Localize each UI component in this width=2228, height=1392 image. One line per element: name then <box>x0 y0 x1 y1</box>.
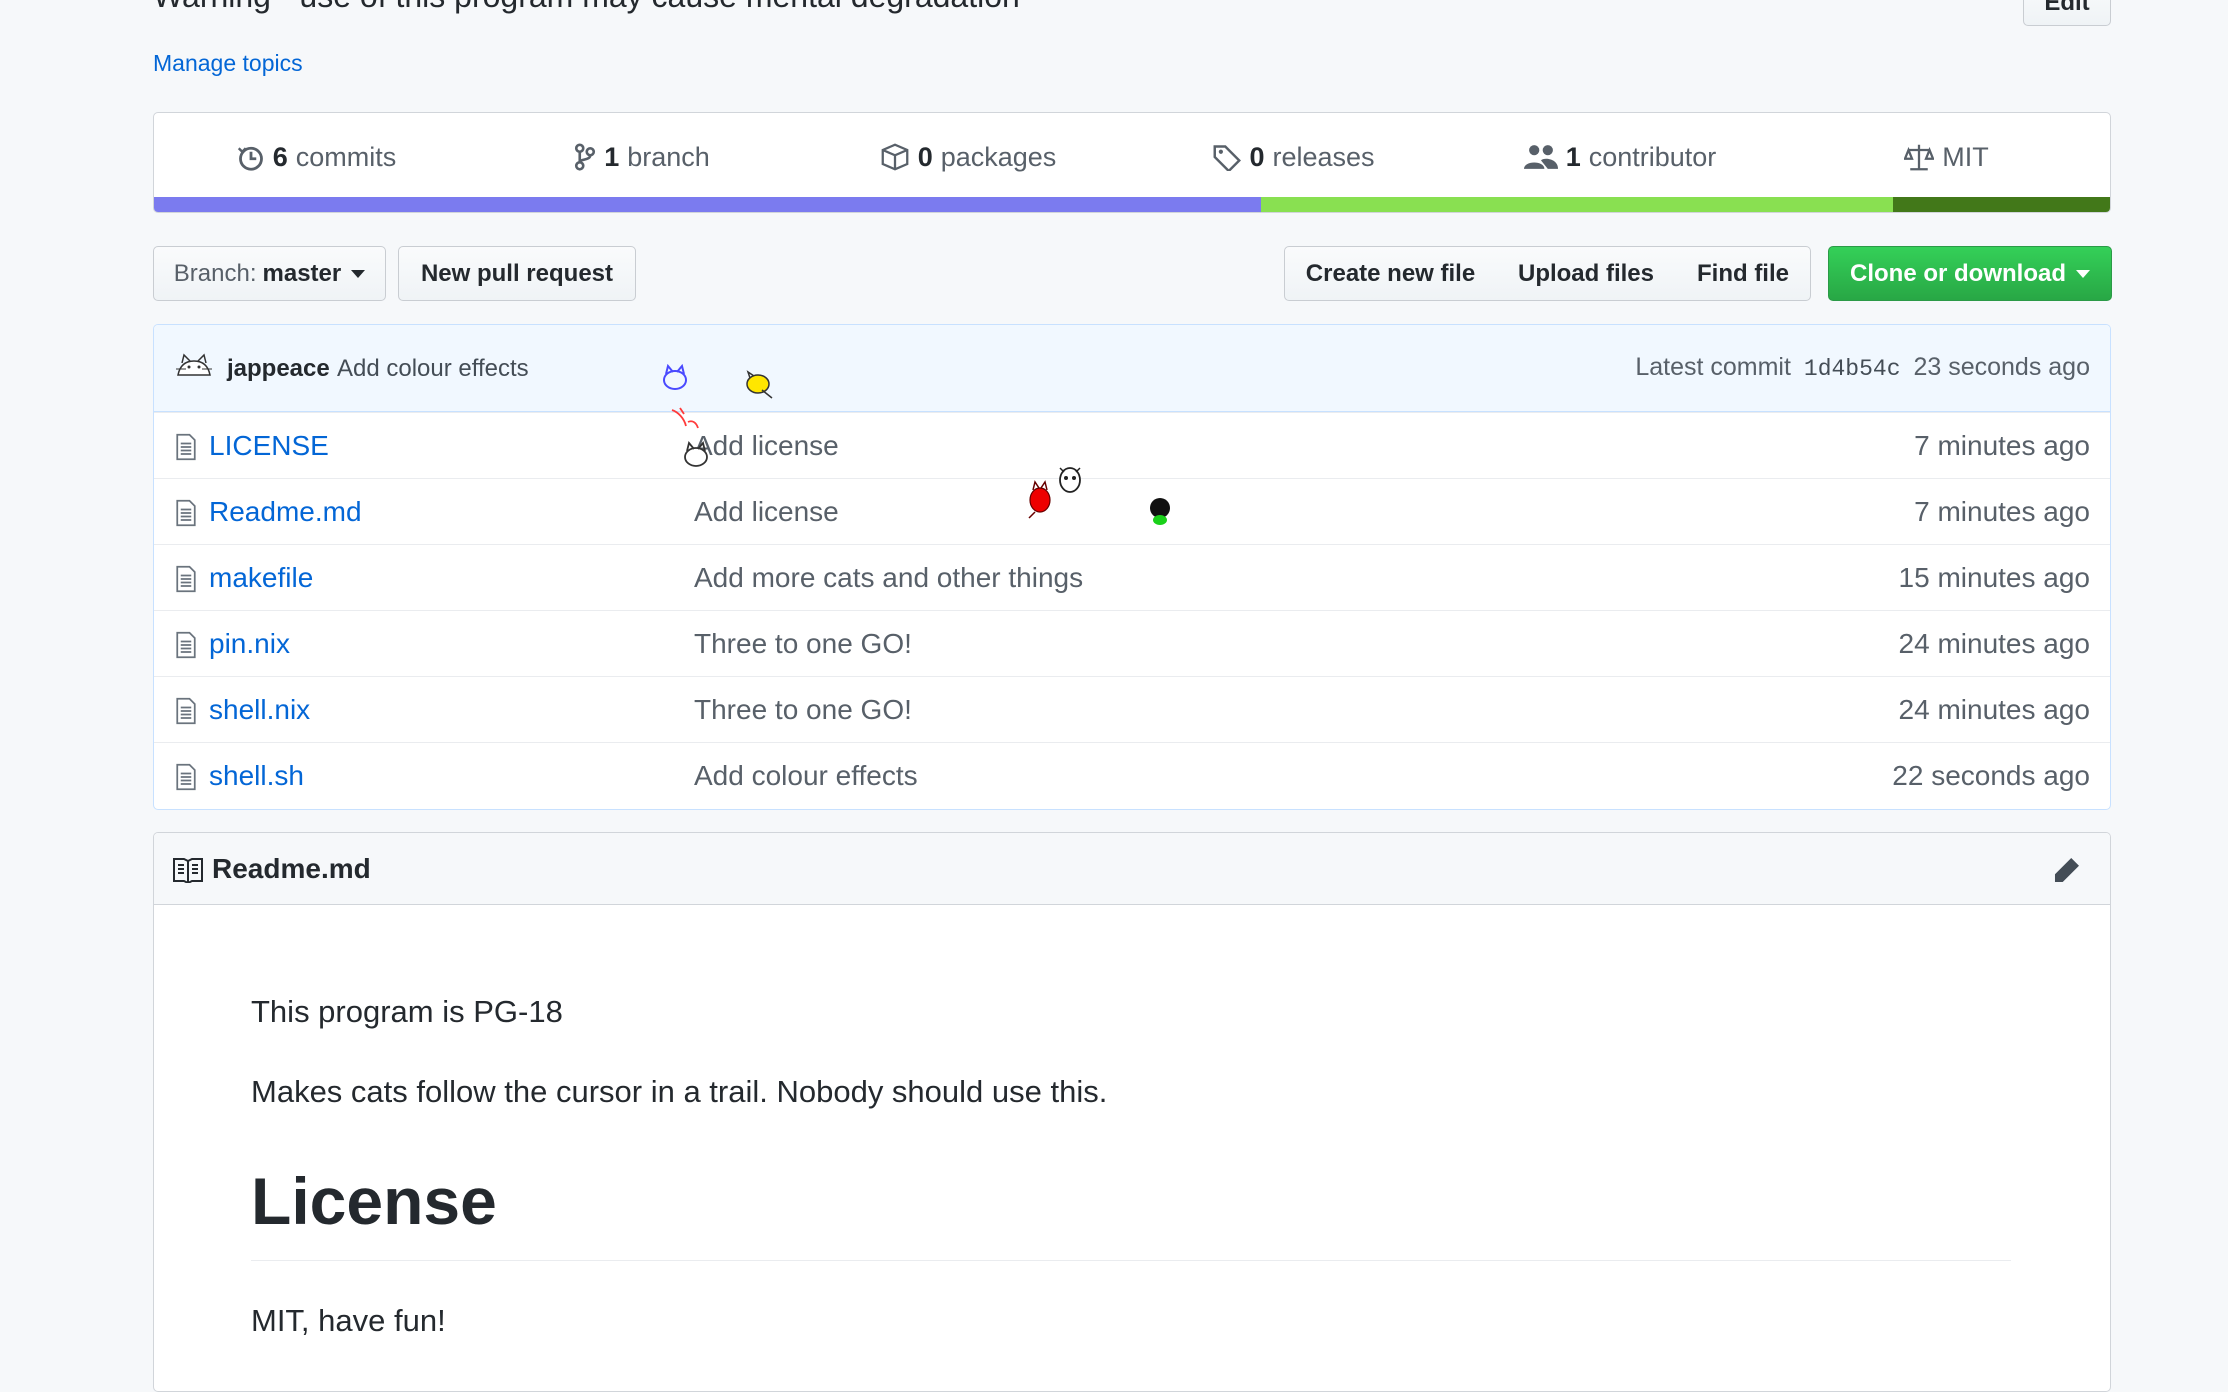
file-commit-message-link[interactable]: Add more cats and other things <box>694 562 1083 594</box>
file-icon <box>176 763 196 791</box>
contributors-label: contributor <box>1588 141 1717 172</box>
file-commit-message-link[interactable]: Add colour effects <box>694 760 918 792</box>
file-icon <box>176 697 196 725</box>
book-icon <box>173 858 203 883</box>
branches-label: branch <box>627 141 710 172</box>
cat-trail-icon <box>1150 498 1170 525</box>
language-segment[interactable] <box>154 197 1262 212</box>
file-age: 24 minutes ago <box>1898 628 2090 659</box>
readme-panel: Readme.md This program is PG-18 Makes ca… <box>153 832 2111 1392</box>
releases-link[interactable]: 0 releases <box>1131 113 1457 201</box>
table-row: makefile Add more cats and other things … <box>154 544 2110 610</box>
table-row: pin.nix Three to one GO! 24 minutes ago <box>154 610 2110 676</box>
file-commit-message-link[interactable]: Add license <box>694 496 839 528</box>
history-icon <box>237 146 263 171</box>
commit-message-link[interactable]: Add colour effects <box>337 355 529 383</box>
git-branch-icon <box>575 143 596 171</box>
language-bar[interactable] <box>154 197 2110 212</box>
commits-count: 6 <box>272 141 288 172</box>
file-age: 15 minutes ago <box>1898 562 2090 593</box>
file-icon <box>176 433 196 461</box>
manage-topics-link[interactable]: Manage topics <box>153 50 303 77</box>
new-pull-request-button[interactable]: New pull request <box>398 246 636 301</box>
avatar[interactable] <box>174 345 214 385</box>
latest-commit-label: Latest commit <box>1635 353 1791 381</box>
commit-age: 23 seconds ago <box>1913 353 2090 381</box>
language-segment[interactable] <box>1261 197 1893 212</box>
latest-commit-bar: jappeace Add colour effects Latest commi… <box>154 325 2110 412</box>
contributors-link[interactable]: 1 contributor <box>1457 113 1783 201</box>
create-new-file-button[interactable]: Create new file <box>1284 246 1497 301</box>
upload-files-button[interactable]: Upload files <box>1496 246 1677 301</box>
find-file-button[interactable]: Find file <box>1676 246 1811 301</box>
file-icon <box>176 499 196 527</box>
packages-label: packages <box>940 141 1057 172</box>
tag-icon <box>1213 145 1242 171</box>
branch-prefix: Branch: <box>173 259 257 287</box>
branches-count: 1 <box>604 141 620 172</box>
pencil-icon[interactable] <box>2052 857 2080 885</box>
license-link[interactable]: MIT <box>1783 113 2110 201</box>
table-row: shell.sh Add colour effects 22 seconds a… <box>154 742 2110 808</box>
file-age: 7 minutes ago <box>1914 496 2090 527</box>
branch-select-button[interactable]: Branch: master <box>153 246 386 301</box>
file-icon <box>176 631 196 659</box>
file-name-link[interactable]: Readme.md <box>209 496 362 528</box>
table-row: shell.nix Three to one GO! 24 minutes ag… <box>154 676 2110 742</box>
file-name-link[interactable]: shell.sh <box>209 760 304 792</box>
branches-link[interactable]: 1 branch <box>479 113 805 201</box>
contributors-count: 1 <box>1565 141 1581 172</box>
cat-trail-icon <box>671 407 699 429</box>
cat-trail-icon <box>684 441 708 467</box>
releases-count: 0 <box>1249 141 1265 172</box>
commits-link[interactable]: 6 commits <box>154 113 479 201</box>
people-icon <box>1523 145 1558 169</box>
file-age: 7 minutes ago <box>1914 430 2090 461</box>
releases-label: releases <box>1272 141 1375 172</box>
readme-title: Readme.md <box>212 853 371 884</box>
repo-summary: 6 commits 1 branch 0 packages 0 releases 1 co… <box>153 112 2111 213</box>
readme-paragraph: Makes cats follow the cursor in a trail.… <box>251 1074 1108 1109</box>
file-age: 22 seconds ago <box>1892 760 2090 791</box>
readme-paragraph: MIT, have fun! <box>251 1303 446 1338</box>
language-segment[interactable] <box>1892 197 2110 212</box>
file-commit-message-link[interactable]: Add license <box>694 430 839 462</box>
license-label: MIT <box>1942 141 1989 172</box>
cat-trail-icon <box>746 370 773 399</box>
commit-sha-link[interactable]: 1d4b54c <box>1804 356 1901 382</box>
file-icon <box>176 565 196 593</box>
file-commit-message-link[interactable]: Three to one GO! <box>694 694 912 726</box>
commits-label: commits <box>295 141 397 172</box>
table-row: LICENSE Add license 7 minutes ago <box>154 412 2110 478</box>
repo-description: Warning - use of this program may cause … <box>153 0 1020 15</box>
commit-meta: Latest commit 1d4b54c 23 seconds ago <box>1635 353 2090 382</box>
law-icon <box>1904 144 1935 171</box>
clone-label: Clone or download <box>1850 259 2066 287</box>
packages-count: 0 <box>917 141 933 172</box>
readme-paragraph: This program is PG-18 <box>251 994 563 1029</box>
packages-link[interactable]: 0 packages <box>805 113 1131 201</box>
cat-trail-icon <box>663 364 687 390</box>
branch-name: master <box>262 259 342 287</box>
file-name-link[interactable]: makefile <box>209 562 313 594</box>
chevron-down-icon <box>2076 269 2090 278</box>
table-row: Readme.md Add license 7 minutes ago <box>154 478 2110 544</box>
file-name-link[interactable]: LICENSE <box>209 430 329 462</box>
commit-author-link[interactable]: jappeace <box>227 355 330 383</box>
file-list: jappeace Add colour effects Latest commi… <box>153 324 2111 810</box>
edit-description-button[interactable]: Edit <box>2023 0 2111 26</box>
divider <box>251 1260 2011 1261</box>
package-icon <box>881 143 909 171</box>
readme-header: Readme.md <box>154 833 2110 905</box>
cat-trail-icon <box>1059 467 1081 493</box>
clone-or-download-button[interactable]: Clone or download <box>1828 246 2112 301</box>
readme-heading: License <box>251 1164 497 1238</box>
file-name-link[interactable]: pin.nix <box>209 628 290 660</box>
file-commit-message-link[interactable]: Three to one GO! <box>694 628 912 660</box>
file-name-link[interactable]: shell.nix <box>209 694 310 726</box>
file-age: 24 minutes ago <box>1898 694 2090 725</box>
chevron-down-icon <box>351 269 366 278</box>
